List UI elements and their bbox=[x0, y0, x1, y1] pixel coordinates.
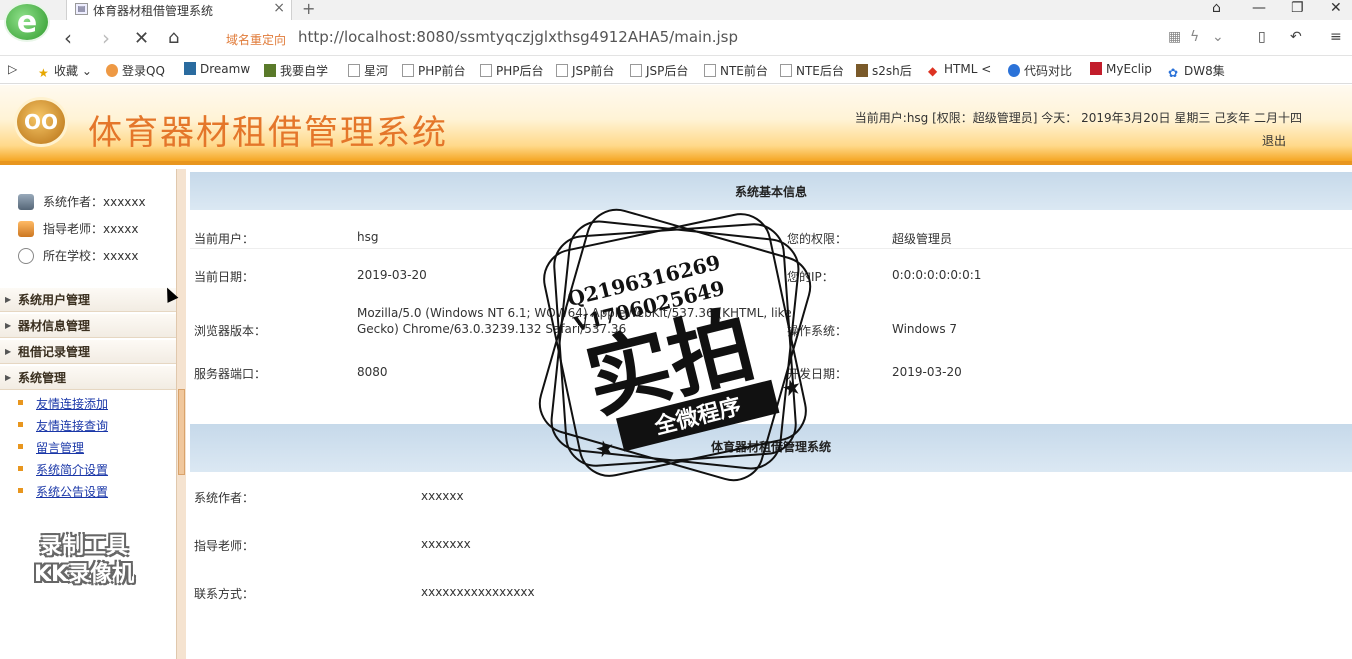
author-value: xxxxxx bbox=[421, 489, 464, 503]
browser-tab-strip: ▤ 体育器材租借管理系统 × + ⌂ — ❐ ✕ bbox=[0, 0, 1352, 20]
menu-icon[interactable]: ≡ bbox=[1330, 29, 1342, 45]
sidebar-teacher-info: 指导老师：xxxxx bbox=[18, 220, 139, 237]
bookmarks-toggle-icon[interactable]: ▷ bbox=[8, 62, 17, 76]
tab-close-icon[interactable]: × bbox=[273, 0, 285, 16]
ip-label: 您的IP： bbox=[787, 270, 834, 284]
date-label: 当前日期： bbox=[194, 270, 255, 284]
redirect-label: 域名重定向 bbox=[226, 33, 287, 47]
bookmark-item[interactable]: ★ 收藏 ⌄ bbox=[38, 62, 92, 80]
user-info: 当前用户:hsg [权限：超级管理员] 今天： 2019年3月20日 星期三 己… bbox=[854, 111, 1302, 125]
site-title: 体育器材租借管理系统 bbox=[88, 113, 448, 153]
logout-link[interactable]: 退出 bbox=[1262, 132, 1286, 149]
site-logo-icon: OO bbox=[14, 97, 68, 147]
sub-item-link-query[interactable]: 友情连接查询 bbox=[18, 417, 108, 434]
bookmark-item[interactable]: s2sh后 bbox=[856, 62, 912, 79]
row-divider bbox=[190, 248, 1352, 249]
section-system-info-header: 系统基本信息 bbox=[190, 172, 1352, 210]
close-window-icon[interactable]: ✕ bbox=[1330, 0, 1342, 16]
dev-date-label: 开发日期： bbox=[787, 367, 848, 381]
minimize-icon[interactable]: — bbox=[1252, 0, 1266, 16]
restore-icon[interactable]: ❐ bbox=[1291, 0, 1304, 16]
bookmark-item[interactable]: 我要自学 bbox=[264, 62, 328, 79]
ip-value: 0:0:0:0:0:0:0:1 bbox=[892, 268, 982, 282]
bookmark-item[interactable]: JSP后台 bbox=[630, 62, 688, 79]
sidebar-splitter[interactable] bbox=[176, 169, 186, 659]
sub-item-intro-settings[interactable]: 系统简介设置 bbox=[18, 461, 108, 478]
bookmark-page-icon[interactable]: ▯ bbox=[1258, 29, 1266, 45]
current-user-label: 当前用户： bbox=[194, 232, 255, 246]
contact-value: xxxxxxxxxxxxxxxx bbox=[421, 585, 535, 599]
bookmark-item[interactable]: 登录QQ bbox=[106, 62, 165, 79]
author-label: 系统作者： bbox=[194, 491, 255, 505]
permission-label: 您的权限： bbox=[787, 232, 848, 246]
school-icon bbox=[18, 248, 34, 264]
author-icon bbox=[18, 194, 34, 210]
lightning-icon[interactable]: ϟ bbox=[1190, 29, 1199, 45]
section-system-title-header: 体育器材租借管理系统 bbox=[190, 424, 1352, 472]
splitter-handle[interactable] bbox=[178, 389, 185, 475]
os-label: 操作系统： bbox=[787, 324, 848, 338]
bookmark-item[interactable]: ◆ HTML < bbox=[928, 62, 991, 78]
browser-version-value: Mozilla/5.0 (Windows NT 6.1; WOW64) Appl… bbox=[357, 306, 792, 336]
contact-label: 联系方式： bbox=[194, 587, 255, 601]
menu-arrow-icon: ▶ bbox=[5, 347, 12, 356]
teacher-label: 指导老师： bbox=[194, 539, 255, 553]
menu-user-management[interactable]: ▶ 系统用户管理 bbox=[0, 288, 176, 312]
bookmark-item[interactable]: ✿ DW8集 bbox=[1168, 62, 1225, 80]
pin-icon[interactable]: ⌂ bbox=[1212, 0, 1221, 16]
page-favicon-icon: ▤ bbox=[75, 3, 88, 15]
sidebar-school-info: 所在学校：xxxxx bbox=[18, 247, 139, 264]
grid-icon[interactable]: ▦ bbox=[1168, 29, 1181, 45]
bookmark-item[interactable]: 代码对比 bbox=[1008, 62, 1072, 79]
sidebar-author-info: 系统作者：xxxxxx bbox=[18, 193, 146, 210]
server-port-value: 8080 bbox=[357, 365, 388, 379]
bookmark-item[interactable]: MyEclip bbox=[1090, 62, 1152, 76]
current-user-value: hsg bbox=[357, 230, 379, 244]
permission-value: 超级管理员 bbox=[892, 232, 953, 246]
bookmark-item[interactable]: JSP前台 bbox=[556, 62, 614, 79]
sub-item-messages[interactable]: 留言管理 bbox=[18, 439, 84, 456]
menu-rental-records[interactable]: ▶ 租借记录管理 bbox=[0, 340, 176, 364]
recorder-watermark: 录制工具 KK录像机 bbox=[34, 534, 135, 587]
back-icon[interactable]: ‹ bbox=[64, 26, 72, 50]
undo-icon[interactable]: ↶ bbox=[1290, 29, 1302, 45]
sub-item-notice-settings[interactable]: 系统公告设置 bbox=[18, 483, 108, 500]
bookmark-item[interactable]: NTE前台 bbox=[704, 62, 768, 79]
bookmark-item[interactable]: PHP后台 bbox=[480, 62, 544, 79]
bookmark-item[interactable]: PHP前台 bbox=[402, 62, 466, 79]
url-input[interactable]: http://localhost:8080/ssmtyqczjglxthsg49… bbox=[298, 28, 738, 46]
stop-icon[interactable]: ✕ bbox=[134, 28, 149, 49]
tab-title: 体育器材租借管理系统 bbox=[93, 4, 214, 18]
bookmarks-bar: ▷ ★ 收藏 ⌄ 登录QQ Dreamw 我要自学 星河 PHP前台 PHP后台 … bbox=[0, 57, 1352, 84]
browser-version-label: 浏览器版本： bbox=[194, 324, 267, 338]
main-content: 系统基本信息 当前用户： hsg 您的权限： 超级管理员 当前日期： 2019-… bbox=[190, 169, 1352, 659]
teacher-value: xxxxxxx bbox=[421, 537, 471, 551]
page-header: OO 体育器材租借管理系统 当前用户:hsg [权限：超级管理员] 今天： 20… bbox=[0, 85, 1352, 165]
os-value: Windows 7 bbox=[892, 322, 958, 336]
server-port-label: 服务器端口： bbox=[194, 367, 267, 381]
menu-arrow-icon: ▶ bbox=[5, 373, 12, 382]
dev-date-value: 2019-03-20 bbox=[892, 365, 962, 379]
menu-arrow-icon: ▶ bbox=[5, 321, 12, 330]
bookmark-item[interactable]: 星河 bbox=[348, 62, 388, 79]
menu-equipment-management[interactable]: ▶ 器材信息管理 bbox=[0, 314, 176, 338]
forward-icon[interactable]: › bbox=[102, 26, 110, 50]
menu-system-management[interactable]: ▶ 系统管理 bbox=[0, 366, 176, 390]
browser-logo-icon[interactable]: e bbox=[4, 2, 50, 42]
menu-arrow-icon: ▶ bbox=[5, 295, 12, 304]
date-value: 2019-03-20 bbox=[357, 268, 427, 282]
sub-item-link-add[interactable]: 友情连接添加 bbox=[18, 395, 108, 412]
teacher-icon bbox=[18, 221, 34, 237]
home-icon[interactable]: ⌂ bbox=[168, 27, 179, 48]
bookmark-item[interactable]: NTE后台 bbox=[780, 62, 844, 79]
address-bar: ‹ › ✕ ⌂ 域名重定向 http://localhost:8080/ssmt… bbox=[0, 20, 1352, 56]
bookmark-item[interactable]: Dreamw bbox=[184, 62, 250, 76]
chevron-down-icon[interactable]: ⌄ bbox=[1212, 29, 1224, 45]
new-tab-button[interactable]: + bbox=[302, 0, 315, 18]
sidebar: 系统作者：xxxxxx 指导老师：xxxxx 所在学校：xxxxx ▶ 系统用户管… bbox=[0, 169, 176, 659]
tab-main[interactable]: ▤ 体育器材租借管理系统 × bbox=[66, 0, 292, 20]
